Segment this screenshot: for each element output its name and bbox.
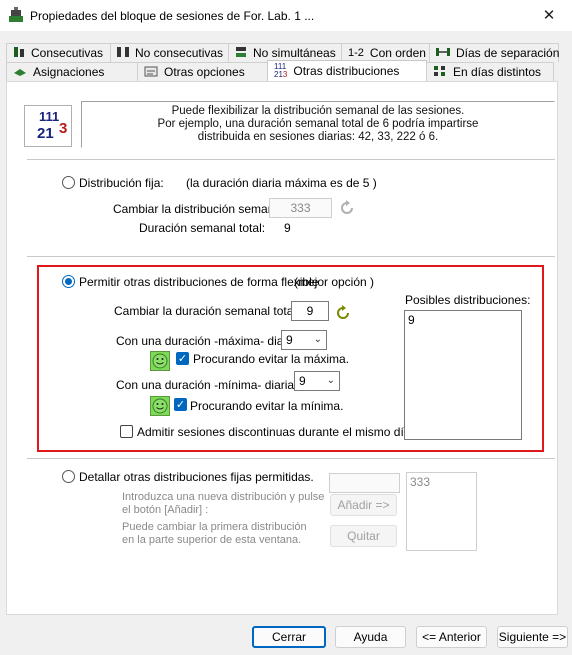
avoid-min-checkbox[interactable]: ✓	[174, 398, 187, 411]
detail-distributions-radio[interactable]	[62, 470, 75, 483]
separator	[27, 458, 555, 460]
assignments-icon	[13, 65, 27, 80]
fixed-distributions-list[interactable]: 333	[406, 472, 477, 551]
distributions-icon: 111 213	[274, 62, 288, 79]
previous-button[interactable]: <= Anterior	[416, 626, 487, 648]
fixed-distribution-label: Distribución fija:	[79, 176, 164, 190]
tab-label: Consecutivas	[31, 46, 104, 60]
info-line: distribuida en sesiones diarias: 42, 33,…	[197, 131, 439, 143]
tab-no-consecutivas[interactable]: No consecutivas	[110, 43, 229, 62]
distributions-icon: 111 21 3	[24, 105, 72, 147]
weekly-total-input[interactable]: 9	[291, 301, 329, 321]
tab-consecutivas[interactable]: Consecutivas	[6, 43, 111, 62]
possible-distributions-label: Posibles distribuciones:	[405, 293, 531, 307]
close-button[interactable]: Cerrar	[252, 626, 326, 648]
tab-label: Con orden	[369, 46, 426, 60]
discontinuous-label: Admitir sesiones discontinuas durante el…	[137, 425, 414, 439]
new-distribution-field[interactable]	[329, 473, 400, 493]
max-duration-value: 9	[286, 333, 293, 347]
close-window-button[interactable]: ✕	[526, 0, 572, 32]
tab-otras-distribuciones[interactable]: 111 213 Otras distribuciones	[267, 60, 427, 81]
discontinuous-checkbox[interactable]	[120, 425, 133, 438]
different-days-icon	[433, 65, 447, 80]
tab-otras-opciones[interactable]: Otras opciones	[137, 62, 268, 81]
separator	[27, 256, 555, 258]
weekly-total-label: Duración semanal total:	[139, 221, 266, 235]
tab-dias-separacion[interactable]: Días de separación	[429, 43, 559, 62]
next-button[interactable]: Siguiente =>	[497, 626, 568, 648]
tab-label: No consecutivas	[135, 46, 224, 60]
other-options-icon	[144, 65, 158, 80]
order-icon: 1-2	[348, 47, 364, 59]
tab-row-bottom: Asignaciones Otras opciones 111 213 Otras…	[6, 60, 554, 81]
remove-button[interactable]: Quitar	[330, 525, 397, 547]
tab-label: Otras distribuciones	[293, 64, 400, 78]
non-consecutive-icon	[117, 46, 129, 61]
avoid-min-label: Procurando evitar la mínima.	[190, 399, 344, 413]
fixed-distribution-radio[interactable]	[62, 176, 75, 189]
weekly-distribution-field[interactable]: 333	[269, 198, 332, 218]
tab-label: Otras opciones	[164, 65, 245, 79]
chevron-down-icon: ⌄	[326, 375, 335, 386]
add-hint-line: el botón [Añadir] :	[122, 504, 209, 516]
flexible-distribution-note: (mejor opción )	[294, 275, 375, 289]
min-duration-select[interactable]: 9 ⌄	[294, 371, 340, 391]
list-item[interactable]: 333	[410, 475, 473, 489]
max-duration-label: Con una duración -máxima- diaria:	[116, 334, 301, 348]
change-hint-line: en la parte superior de esta ventana.	[122, 534, 302, 546]
separation-days-icon	[436, 46, 450, 61]
weekly-total-value: 9	[284, 221, 291, 235]
flexible-distribution-label: Permitir otras distribuciones de forma f…	[79, 275, 319, 289]
info-text-box: Puede flexibilizar la distribución seman…	[81, 101, 555, 148]
change-hint-line: Puede cambiar la primera distribución	[122, 521, 307, 533]
non-simultaneous-icon	[235, 46, 247, 61]
fixed-distribution-note: (la duración diaria máxima es de 5 )	[186, 176, 377, 190]
separator	[27, 159, 555, 161]
smiley-icon	[150, 396, 170, 416]
tab-en-dias-distintos[interactable]: En días distintos	[426, 62, 554, 81]
refresh-icon[interactable]	[338, 199, 356, 217]
window-title: Propiedades del bloque de sesiones de Fo…	[30, 9, 315, 23]
tab-label: Asignaciones	[33, 65, 105, 79]
change-total-label: Cambiar la duración semanal total:	[114, 304, 300, 318]
consecutive-icon	[13, 46, 25, 61]
tab-label: Días de separación	[456, 46, 560, 60]
tab-label: No simultáneas	[253, 46, 336, 60]
add-hint-line: Introduzca una nueva distribución y puls…	[122, 491, 325, 503]
refresh-icon[interactable]	[334, 304, 352, 322]
title-bar: Propiedades del bloque de sesiones de Fo…	[0, 0, 572, 32]
possible-distributions-list[interactable]: 9	[404, 310, 522, 440]
smiley-icon	[150, 351, 170, 371]
tab-asignaciones[interactable]: Asignaciones	[6, 62, 138, 81]
avoid-max-checkbox[interactable]: ✓	[176, 352, 189, 365]
avoid-max-label: Procurando evitar la máxima.	[193, 352, 350, 366]
add-button[interactable]: Añadir =>	[330, 494, 397, 516]
info-line: Puede flexibilizar la distribución seman…	[171, 105, 465, 117]
min-duration-label: Con una duración -mínima- diaria:	[116, 378, 298, 392]
app-icon	[9, 7, 23, 22]
flexible-distribution-radio[interactable]	[62, 275, 75, 288]
change-distribution-label: Cambiar la distribución semanal:	[113, 202, 288, 216]
chevron-down-icon: ⌄	[313, 334, 322, 345]
max-duration-select[interactable]: 9 ⌄	[281, 330, 327, 350]
min-duration-value: 9	[299, 374, 306, 388]
info-line: Por ejemplo, una duración semanal total …	[157, 118, 479, 130]
help-button[interactable]: Ayuda	[335, 626, 406, 648]
list-item[interactable]: 9	[408, 313, 518, 327]
tab-label: En días distintos	[453, 65, 542, 79]
detail-distributions-label: Detallar otras distribuciones fijas perm…	[79, 470, 314, 484]
